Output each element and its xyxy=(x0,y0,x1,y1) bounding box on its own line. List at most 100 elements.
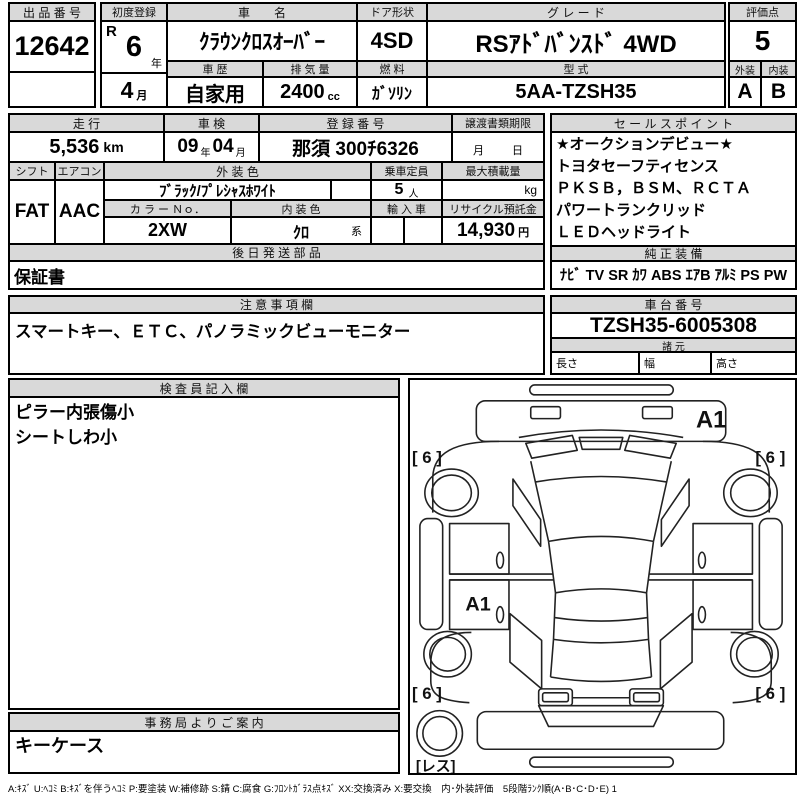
inspector-note-line: ピラー内張傷小 xyxy=(15,400,393,425)
exterior-color-empty-cell xyxy=(332,181,372,201)
aircon-label: エアコン xyxy=(56,163,105,181)
shaken-year-unit: 年 xyxy=(201,144,211,159)
recycle-deposit-label: リサイクル預託金 xyxy=(443,201,543,218)
car-diagram-box: A1 A1 [ 6 ] [ 6 ] [ 6 ] [ 6 ] [レス] xyxy=(408,378,797,775)
mileage-value: 5,536 xyxy=(49,136,99,159)
oem-equipment-label: 純 正 装 備 xyxy=(552,245,795,262)
exterior-score-label: 外装 xyxy=(730,62,762,78)
car-name-value: ｸﾗｳﾝｸﾛｽｵｰﾊﾞｰ xyxy=(168,22,358,62)
front-grille xyxy=(579,437,623,449)
rear-lip xyxy=(530,757,674,767)
front-sensor-left xyxy=(531,407,561,419)
office-notice-box: 事 務 局 よ り ご 案 内 キーケース xyxy=(8,712,400,774)
sales-point-line: ＬＥＤヘッドライト xyxy=(556,222,791,244)
inspector-box: 検 査 員 記 入 欄 ピラー内張傷小 シートしわ小 xyxy=(8,378,400,710)
damage-label-a1-door: A1 xyxy=(465,594,490,616)
exterior-color-label: 外 装 色 xyxy=(105,163,372,181)
interior-color-cell: ｸﾛ 系 xyxy=(232,218,372,245)
tail-lamp-left-inner xyxy=(543,693,569,702)
shaken-month: 04 xyxy=(213,136,234,158)
sales-point-line: パワートランクリッド xyxy=(556,200,791,222)
first-reg-label: 初度登録 xyxy=(102,4,168,22)
front-lip xyxy=(530,385,674,395)
max-load-cell: kg xyxy=(443,181,543,201)
vehicle-header-box: 初度登録 R 6 年 4 月 車 名 ｸﾗｳﾝｸﾛｽｵｰﾊﾞｰ 車 歴 排 気 … xyxy=(100,2,726,108)
rear-right-wheel-inner xyxy=(737,637,773,671)
capacity-unit: 人 xyxy=(408,185,418,200)
reg-number-label: 登 録 番 号 xyxy=(260,115,453,133)
c-pillar-right xyxy=(660,614,692,689)
mileage-label: 走 行 xyxy=(10,115,165,133)
rocker-right xyxy=(759,519,782,630)
front-door-right xyxy=(693,524,752,574)
oem-equipment-value: ﾅﾋﾞ TV SR ｶﾜ ABS ｴｱB ｱﾙﾐ PS PW xyxy=(552,262,795,286)
lot-number-empty-cell xyxy=(10,73,94,106)
sales-points-label: セ ー ル ス ポ イ ン ト xyxy=(552,115,795,133)
window-line xyxy=(450,574,753,580)
tire-grade-rear-left: [ 6 ] xyxy=(412,684,442,703)
first-reg-month: 4 xyxy=(121,77,134,104)
displacement-value: 2400 xyxy=(280,81,325,104)
rear-hatch xyxy=(539,706,664,727)
shift-label: シフト xyxy=(10,163,56,181)
notes-box: 注 意 事 項 欄 スマートキー、ＥＴＣ、パノラミックビューモニター xyxy=(8,295,545,375)
first-reg-year-cell: R 6 年 xyxy=(102,22,168,74)
tail-lamp-right xyxy=(630,689,664,706)
office-notice-label: 事 務 局 よ り ご 案 内 xyxy=(10,714,398,732)
tail-lamp-right-inner xyxy=(634,693,660,702)
inspector-note-line: シートしわ小 xyxy=(15,425,393,450)
spec-label: 諸 元 xyxy=(552,339,795,353)
displacement-cell: 2400 cc xyxy=(264,78,358,106)
sales-point-line: トヨタセーフティセンス xyxy=(556,156,791,178)
shaken-year: 09 xyxy=(177,136,198,158)
roof xyxy=(554,593,649,643)
first-reg-year-unit: 年 xyxy=(151,55,162,71)
interior-color-value: ｸﾛ xyxy=(293,219,309,243)
front-bumper xyxy=(476,401,725,442)
score-label: 評価点 xyxy=(730,4,795,22)
shift-value: FAT xyxy=(10,181,56,245)
chassis-number-label: 車 台 番 号 xyxy=(552,297,795,314)
spare-tire xyxy=(417,711,463,757)
diagram-labels: A1 A1 [ 6 ] [ 6 ] [ 6 ] [ 6 ] [レス] xyxy=(412,407,785,773)
color-no-value: 2XW xyxy=(105,218,232,245)
max-load-unit: kg xyxy=(524,183,537,197)
tire-grade-rear-right: [ 6 ] xyxy=(755,684,785,703)
inspector-notes: ピラー内張傷小 シートしわ小 xyxy=(10,398,398,708)
car-diagram: A1 A1 [ 6 ] [ 6 ] [ 6 ] [ 6 ] [レス] xyxy=(410,380,795,773)
rear-left-wheel-inner xyxy=(430,637,466,671)
score-value: 5 xyxy=(730,22,795,62)
c-pillar-left xyxy=(510,614,542,689)
import-car-cell-1 xyxy=(372,218,405,245)
sales-points-box: セ ー ル ス ポ イ ン ト ★オークションデビュー★ トヨタセーフティセンス… xyxy=(550,113,797,290)
office-notice-value: キーケース xyxy=(10,732,398,758)
first-reg-month-unit: 月 xyxy=(136,87,147,106)
tire-grade-front-right: [ 6 ] xyxy=(755,448,785,467)
sales-point-line: ★オークションデビュー★ xyxy=(556,134,791,156)
transfer-month-unit: 月 xyxy=(473,142,484,161)
score-box: 評価点 5 外装 内装 A B xyxy=(728,2,797,108)
sales-point-line: ＰＫＳＢ，ＢＳＭ、ＲＣＴＡ xyxy=(556,178,791,200)
door-shape-value: 4SD xyxy=(358,22,428,62)
spec-length-label: 長さ xyxy=(552,353,640,373)
rear-window xyxy=(551,639,652,681)
notes-value: スマートキー、ＥＴＣ、パノラミックビューモニター xyxy=(10,314,543,344)
shaken-label: 車 検 xyxy=(165,115,260,133)
rocker-left xyxy=(420,519,443,630)
capacity-label: 乗車定員 xyxy=(372,163,443,181)
recycle-deposit-cell: 14,930 円 xyxy=(443,218,543,245)
displacement-label: 排 気 量 xyxy=(264,62,358,78)
import-car-cell-2 xyxy=(405,218,443,245)
front-sensor-right xyxy=(643,407,673,419)
tail-lamp-left xyxy=(539,689,573,706)
chassis-box: 車 台 番 号 TZSH35-6005308 諸 元 長さ 幅 高さ xyxy=(550,295,797,375)
interior-color-suffix: 系 xyxy=(351,223,362,239)
aircon-value: AAC xyxy=(56,181,105,245)
recycle-deposit-value: 14,930 xyxy=(457,220,515,242)
model-code-label: 型 式 xyxy=(428,62,724,78)
fuel-label: 燃 料 xyxy=(358,62,428,78)
color-no-label: カ ラ ー Ｎｏ． xyxy=(105,201,232,218)
headlight-right xyxy=(625,435,676,458)
front-right-wheel-inner xyxy=(731,475,771,511)
door-shape-label: ドア形状 xyxy=(358,4,428,22)
